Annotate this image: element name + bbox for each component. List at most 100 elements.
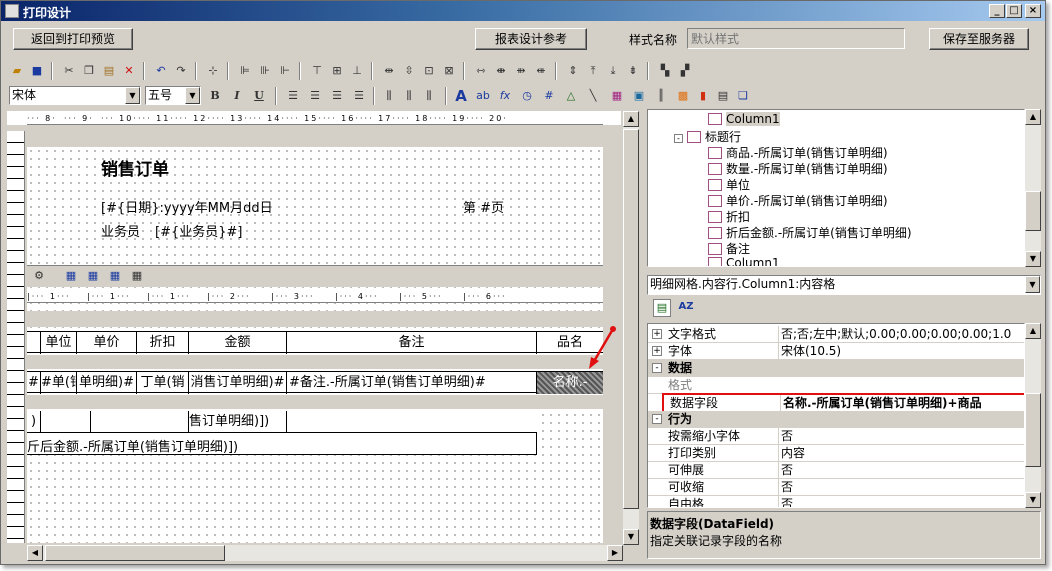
same-width-icon[interactable]: ⇹ bbox=[381, 63, 397, 79]
object-tree[interactable]: Column1 - 标题行 商品.-所属订单(销售订单明细) 数量.-所属订单(销售订单… bbox=[647, 109, 1025, 267]
tree-item[interactable]: 折后金额.-所属订单(销售订单明细) bbox=[708, 224, 912, 241]
content-row[interactable]: # #单(销 单明细)# 丁单(销 消售订单明细)# #备注.-所属订单(销售订… bbox=[27, 371, 603, 394]
scroll-up-icon[interactable]: ▲ bbox=[1025, 323, 1041, 339]
sort-alpha-icon[interactable]: AZ bbox=[677, 299, 695, 317]
save-icon[interactable]: ■ bbox=[29, 63, 45, 79]
title-bar[interactable]: 打印设计 _ □ × bbox=[1, 1, 1045, 21]
canvas-horizontal-scrollbar[interactable]: ◀ ▶ bbox=[27, 545, 623, 561]
select-icon[interactable]: ⊹ bbox=[205, 63, 221, 79]
valign-bottom-icon[interactable]: ⫼ bbox=[421, 88, 437, 104]
property-row[interactable]: 数据字段 名称.-所属订单(销售订单明细)+商品 bbox=[662, 393, 1024, 413]
col-header-unit[interactable]: 单位 bbox=[41, 332, 77, 354]
content-cell-unit[interactable]: #单(销 bbox=[41, 372, 77, 394]
footer-total-row[interactable]: 斤后金额.-所属订单(销售订单明细)]) bbox=[27, 433, 537, 455]
salesman-field[interactable]: [#{业务员}#] bbox=[155, 221, 242, 240]
copy-icon[interactable]: ❐ bbox=[81, 63, 97, 79]
report-reference-button[interactable]: 报表设计参考 bbox=[475, 28, 587, 50]
field-box-icon[interactable]: ab bbox=[475, 88, 491, 104]
content-band-bar[interactable] bbox=[27, 355, 603, 369]
content-cell-remark[interactable]: #备注.-所属订单(销售订单明细)# bbox=[287, 372, 537, 394]
tree-item[interactable]: 单位 bbox=[708, 176, 750, 193]
col-header-amount[interactable]: 金额 bbox=[189, 332, 287, 354]
grid-header-icon[interactable]: ▦ bbox=[85, 268, 101, 284]
canvas-vertical-scrollbar[interactable]: ▲ ▼ bbox=[623, 111, 639, 545]
tree-scroll-thumb[interactable] bbox=[1025, 191, 1041, 231]
chart-icon[interactable]: ▮ bbox=[695, 88, 711, 104]
valign-middle-icon[interactable]: ⫼ bbox=[401, 88, 417, 104]
footer-row[interactable]: ) 售订单明细)]) bbox=[27, 411, 537, 433]
property-row[interactable]: 按需缩小字体否 bbox=[648, 428, 1024, 445]
valign-top-icon[interactable]: ⫼ bbox=[381, 88, 397, 104]
bold-button[interactable]: B bbox=[207, 88, 223, 104]
property-row[interactable]: + 文字格式 否;否;左中;默认;0.00;0.00;0.00;0.00;1.0 bbox=[648, 326, 1024, 343]
page-field[interactable]: 第 #页 bbox=[463, 197, 504, 216]
same-size-icon[interactable]: ⊡ bbox=[421, 63, 437, 79]
col-header-price[interactable]: 单价 bbox=[77, 332, 137, 354]
scroll-left-icon[interactable]: ◀ bbox=[27, 545, 43, 561]
property-row[interactable]: 格式 bbox=[648, 377, 1024, 394]
font-size-combo[interactable]: 五号 ▼ bbox=[145, 86, 201, 105]
grid-property-icon[interactable]: ⚙ bbox=[31, 268, 47, 284]
categorized-icon[interactable]: ▤ bbox=[653, 299, 671, 317]
property-row[interactable]: 可收缩否 bbox=[648, 479, 1024, 496]
panel-splitter[interactable] bbox=[641, 109, 645, 561]
align-top-icon[interactable]: ⊤ bbox=[309, 63, 325, 79]
tree-item[interactable]: 商品.-所属订单(销售订单明细) bbox=[708, 144, 888, 161]
content-cell-amount[interactable]: 消售订单明细)# bbox=[189, 372, 287, 394]
maximize-button[interactable]: □ bbox=[1006, 4, 1022, 18]
table-icon[interactable]: ▤ bbox=[715, 88, 731, 104]
text-align-center-icon[interactable]: ☰ bbox=[307, 88, 323, 104]
subreport-icon[interactable]: ▦ bbox=[609, 88, 625, 104]
redo-icon[interactable]: ↷ bbox=[173, 63, 189, 79]
save-to-server-button[interactable]: 保存至服务器 bbox=[929, 28, 1029, 50]
font-name-combo[interactable]: 宋体 ▼ bbox=[9, 86, 141, 105]
grid-icon[interactable]: ⊠ bbox=[441, 63, 457, 79]
undo-icon[interactable]: ↶ bbox=[153, 63, 169, 79]
property-row[interactable]: 可伸展否 bbox=[648, 462, 1024, 479]
property-grid[interactable]: + 文字格式 否;否;左中;默认;0.00;0.00;0.00;0.00;1.0 + 字… bbox=[647, 323, 1025, 508]
report-header-band-bar[interactable] bbox=[27, 131, 603, 147]
tree-item[interactable]: 单价.-所属订单(销售订单明细) bbox=[708, 192, 888, 209]
text-align-left-icon[interactable]: ☰ bbox=[285, 88, 301, 104]
scroll-right-icon[interactable]: ▶ bbox=[607, 545, 623, 561]
tree-item[interactable]: Column1 bbox=[708, 256, 780, 266]
picture-icon[interactable]: ▣ bbox=[631, 88, 647, 104]
property-category[interactable]: - 行为 bbox=[648, 411, 1024, 428]
footer-band-bar[interactable] bbox=[27, 395, 603, 409]
text-align-right-icon[interactable]: ☰ bbox=[329, 88, 345, 104]
props-scroll-thumb[interactable] bbox=[1025, 393, 1041, 467]
italic-button[interactable]: I bbox=[229, 88, 245, 104]
minimize-button[interactable]: _ bbox=[989, 4, 1005, 18]
open-icon[interactable]: ▰ bbox=[9, 63, 25, 79]
text-justify-icon[interactable]: ☰ bbox=[351, 88, 367, 104]
scroll-up-icon[interactable]: ▲ bbox=[1025, 109, 1041, 125]
property-row[interactable]: + 字体 宋体(10.5) bbox=[648, 343, 1024, 360]
chevron-down-icon[interactable]: ▼ bbox=[125, 87, 140, 104]
property-row[interactable]: 打印类别 内容 bbox=[648, 445, 1024, 462]
tree-item[interactable]: - 标题行 bbox=[674, 128, 741, 145]
grid-footer-icon[interactable]: ▦ bbox=[129, 268, 145, 284]
chevron-down-icon[interactable]: ▼ bbox=[185, 87, 200, 104]
footer-cell-amount[interactable]: 售订单明细)]) bbox=[189, 411, 287, 433]
scroll-down-icon[interactable]: ▼ bbox=[1025, 251, 1041, 267]
close-button[interactable]: × bbox=[1025, 4, 1041, 18]
report-canvas[interactable]: 销售订单 [#{日期}:yyyy年MM月dd日 第 #页 业务员 [#{业务员}… bbox=[27, 131, 603, 543]
content-cell-product-selected[interactable]: 名称.- bbox=[537, 372, 603, 394]
scroll-down-icon[interactable]: ▼ bbox=[1025, 492, 1041, 508]
v-spacing-equal-icon[interactable]: ⇕ bbox=[565, 63, 581, 79]
detail-band-bar[interactable] bbox=[27, 311, 603, 327]
props-scrollbar[interactable]: ▲ ▼ bbox=[1025, 323, 1041, 508]
column-header-row[interactable]: 单位 单价 折扣 金额 备注 品名 bbox=[27, 331, 603, 354]
h-scroll-thumb[interactable] bbox=[45, 545, 225, 561]
paste-icon[interactable]: ▤ bbox=[101, 63, 117, 79]
property-row[interactable]: 自由格否 bbox=[648, 496, 1024, 507]
scroll-thumb[interactable] bbox=[623, 129, 639, 509]
tree-item[interactable]: 折扣 bbox=[708, 208, 750, 225]
barcode-icon[interactable]: ║ bbox=[653, 88, 669, 104]
tree-item[interactable]: 数量.-所属订单(销售订单明细) bbox=[708, 160, 888, 177]
col-header-remark[interactable]: 备注 bbox=[287, 332, 537, 354]
qrcode-icon[interactable]: ▩ bbox=[675, 88, 691, 104]
formula-icon[interactable]: fx bbox=[497, 88, 513, 104]
underline-button[interactable]: U bbox=[251, 88, 267, 104]
report-title[interactable]: 销售订单 bbox=[101, 155, 169, 180]
